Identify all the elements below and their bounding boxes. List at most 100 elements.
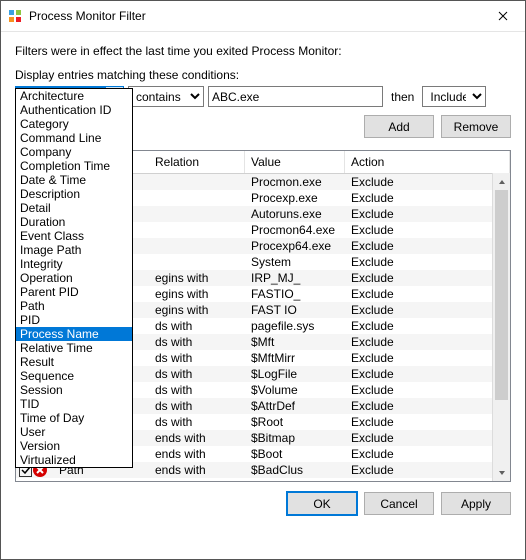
cell-value: Procexp64.exe [245, 239, 345, 253]
action-select[interactable]: Include [422, 86, 486, 107]
dropdown-option[interactable]: Company [16, 145, 132, 159]
dropdown-option[interactable]: Session [16, 383, 132, 397]
th-value[interactable]: Value [245, 151, 345, 173]
scroll-thumb[interactable] [495, 190, 508, 400]
cell-action: Exclude [345, 303, 510, 317]
dropdown-option[interactable]: Operation [16, 271, 132, 285]
cell-relation: egins with [149, 271, 245, 285]
cell-value: Procmon.exe [245, 175, 345, 189]
cell-relation: egins with [149, 303, 245, 317]
apply-button[interactable]: Apply [441, 492, 511, 515]
dropdown-option[interactable]: Date & Time [16, 173, 132, 187]
dropdown-option[interactable]: Command Line [16, 131, 132, 145]
dropdown-option[interactable]: Description [16, 187, 132, 201]
cell-relation: ds with [149, 351, 245, 365]
remove-button[interactable]: Remove [441, 115, 511, 138]
cancel-button[interactable]: Cancel [364, 492, 434, 515]
dropdown-option[interactable]: Result [16, 355, 132, 369]
dropdown-option[interactable]: Time of Day [16, 411, 132, 425]
cell-action: Exclude [345, 175, 510, 189]
cell-value: $Volume [245, 383, 345, 397]
cell-value: IRP_MJ_ [245, 271, 345, 285]
th-relation[interactable]: Relation [149, 151, 245, 173]
cell-relation: ds with [149, 367, 245, 381]
dropdown-option[interactable]: Path [16, 299, 132, 313]
cell-value: $BadClus [245, 463, 345, 477]
cell-action: Exclude [345, 415, 510, 429]
cell-value: FAST IO [245, 303, 345, 317]
cell-value: $Boot [245, 447, 345, 461]
ok-button[interactable]: OK [287, 492, 357, 515]
vertical-scrollbar[interactable] [492, 173, 510, 481]
cell-relation: ends with [149, 447, 245, 461]
cell-action: Exclude [345, 223, 510, 237]
cell-action: Exclude [345, 239, 510, 253]
cell-action: Exclude [345, 271, 510, 285]
cell-value: Procmon64.exe [245, 223, 345, 237]
dropdown-option[interactable]: Process Name [16, 327, 132, 341]
cell-action: Exclude [345, 191, 510, 205]
cell-relation: ds with [149, 383, 245, 397]
cell-value: $Bitmap [245, 431, 345, 445]
dropdown-option[interactable]: Integrity [16, 257, 132, 271]
cell-action: Exclude [345, 319, 510, 333]
dropdown-option[interactable]: Sequence [16, 369, 132, 383]
dropdown-option[interactable]: User [16, 425, 132, 439]
cell-action: Exclude [345, 463, 510, 477]
scroll-down-button[interactable] [493, 464, 510, 481]
dropdown-option[interactable]: Virtualized [16, 453, 132, 467]
close-button[interactable] [481, 1, 525, 31]
dropdown-option[interactable]: TID [16, 397, 132, 411]
cell-value: $Root [245, 415, 345, 429]
app-icon [7, 8, 23, 24]
dropdown-option[interactable]: Image Path [16, 243, 132, 257]
cell-relation: ds with [149, 335, 245, 349]
th-action[interactable]: Action [345, 151, 510, 173]
cell-value: pagefile.sys [245, 319, 345, 333]
operator-select[interactable]: contains [128, 86, 204, 107]
dropdown-option[interactable]: Authentication ID [16, 103, 132, 117]
then-label: then [391, 90, 414, 104]
dropdown-option[interactable]: Completion Time [16, 159, 132, 173]
cell-action: Exclude [345, 367, 510, 381]
cell-action: Exclude [345, 287, 510, 301]
cell-action: Exclude [345, 351, 510, 365]
dropdown-option[interactable]: Detail [16, 201, 132, 215]
cell-action: Exclude [345, 255, 510, 269]
conditions-label: Display entries matching these condition… [15, 68, 511, 82]
cell-value: $AttrDef [245, 399, 345, 413]
dropdown-option[interactable]: Event Class [16, 229, 132, 243]
window-title: Process Monitor Filter [29, 9, 481, 23]
dropdown-option[interactable]: Parent PID [16, 285, 132, 299]
cell-relation: ends with [149, 431, 245, 445]
attribute-dropdown-list[interactable]: ArchitectureAuthentication IDCategoryCom… [15, 88, 133, 468]
dropdown-option[interactable]: Category [16, 117, 132, 131]
cell-relation: ds with [149, 399, 245, 413]
dropdown-option[interactable]: Relative Time [16, 341, 132, 355]
cell-value: FASTIO_ [245, 287, 345, 301]
dropdown-option[interactable]: Architecture [16, 89, 132, 103]
cell-relation: ds with [149, 319, 245, 333]
cell-action: Exclude [345, 399, 510, 413]
cell-relation: ds with [149, 415, 245, 429]
cell-value: Procexp.exe [245, 191, 345, 205]
dropdown-option[interactable]: Duration [16, 215, 132, 229]
cell-action: Exclude [345, 207, 510, 221]
cell-action: Exclude [345, 447, 510, 461]
dropdown-option[interactable]: PID [16, 313, 132, 327]
cell-value: $MftMirr [245, 351, 345, 365]
dialog-window: Process Monitor Filter Filters were in e… [0, 0, 526, 560]
filters-active-text: Filters were in effect the last time you… [15, 44, 511, 58]
cell-relation: egins with [149, 287, 245, 301]
cell-action: Exclude [345, 335, 510, 349]
value-input[interactable] [208, 86, 383, 107]
cell-value: $Mft [245, 335, 345, 349]
dropdown-option[interactable]: Version [16, 439, 132, 453]
cell-value: System [245, 255, 345, 269]
cell-action: Exclude [345, 431, 510, 445]
add-button[interactable]: Add [364, 115, 434, 138]
title-bar: Process Monitor Filter [1, 1, 525, 32]
scroll-up-button[interactable] [493, 173, 510, 190]
cell-relation: ends with [149, 463, 245, 477]
cell-value: $LogFile [245, 367, 345, 381]
